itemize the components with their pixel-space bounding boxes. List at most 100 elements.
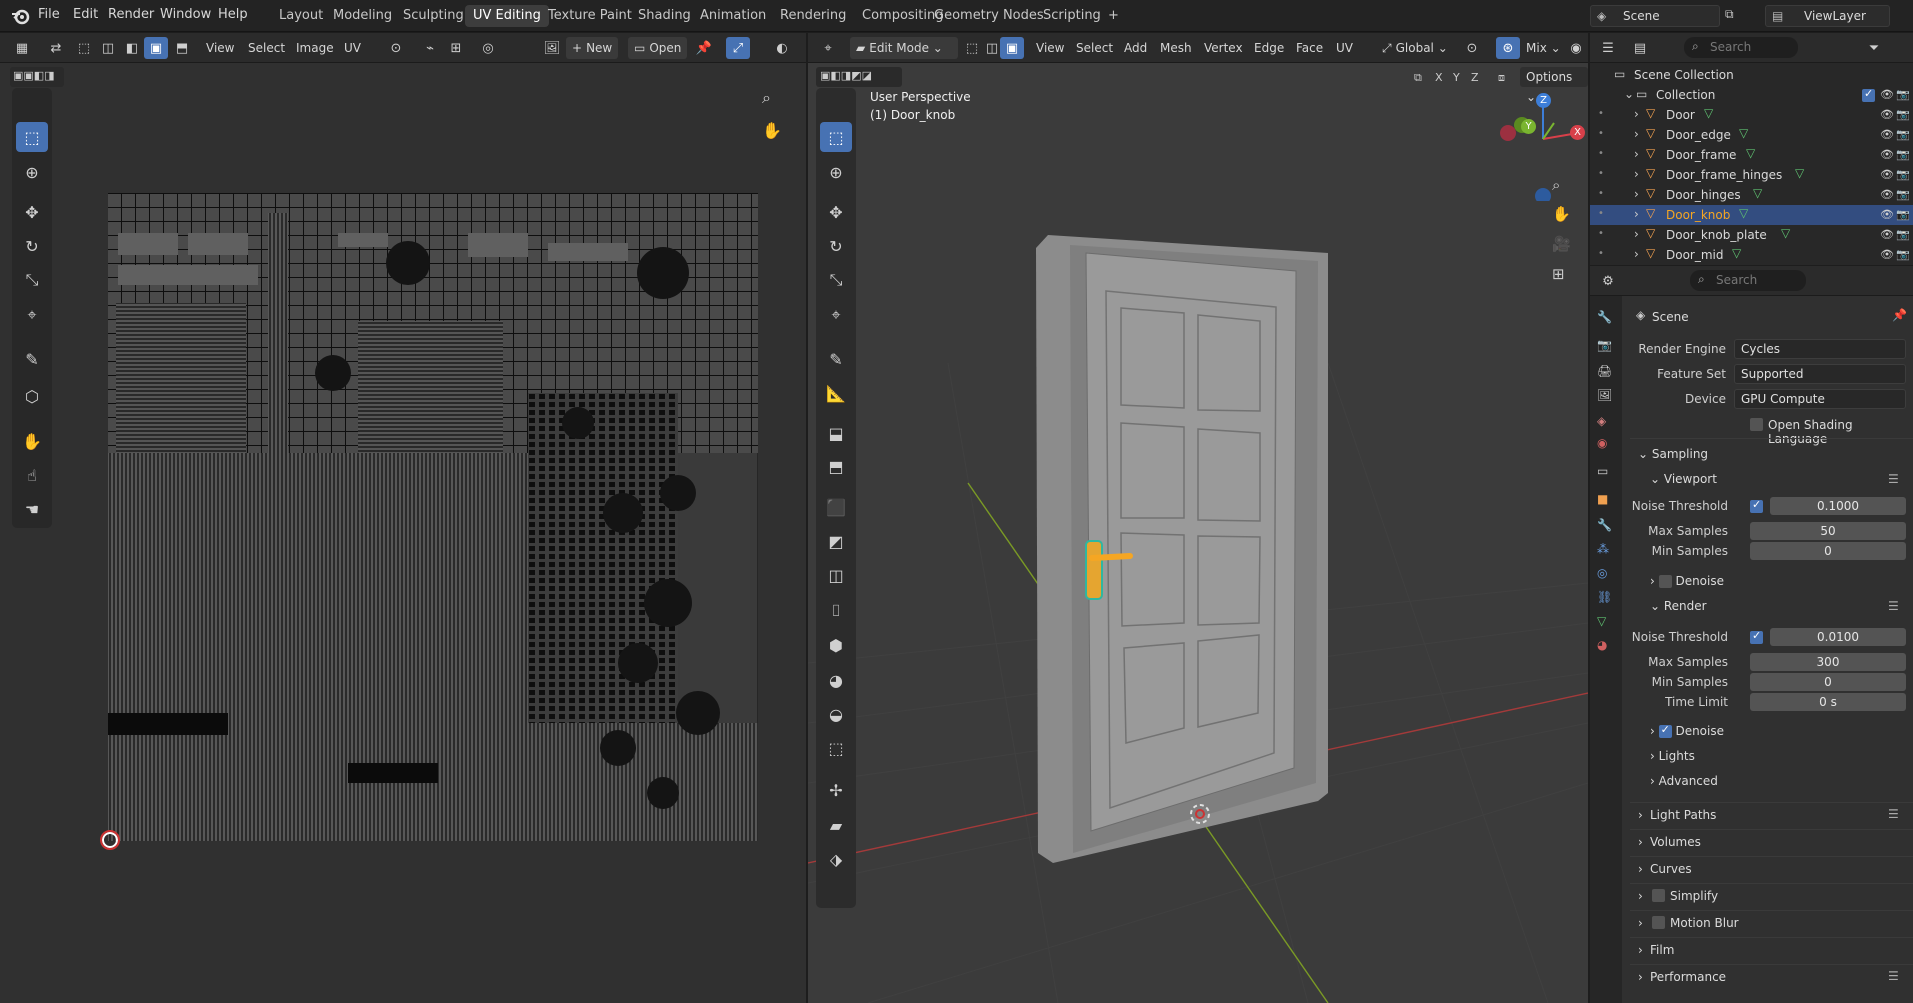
vp-menu-mesh[interactable]: Mesh — [1154, 37, 1198, 59]
tab-layout[interactable]: Layout — [271, 5, 331, 27]
menu-file[interactable]: File — [38, 7, 60, 22]
gizmo-z[interactable]: Z — [1536, 93, 1551, 108]
vp-measure-icon[interactable]: 📐 — [820, 378, 852, 408]
time-limit-field[interactable]: 0 s — [1750, 693, 1906, 711]
island-select-icon[interactable]: ▣ — [144, 37, 168, 59]
vp-menu-add[interactable]: Add — [1118, 37, 1153, 59]
vp-menu-view[interactable]: View — [1030, 37, 1070, 59]
menu-window[interactable]: Window — [160, 7, 211, 22]
render-visibility-icon[interactable]: 📷 — [1896, 88, 1910, 101]
move-icon[interactable]: ✥ — [16, 197, 48, 227]
viewport-editor-type-icon[interactable]: ⌖ — [816, 37, 840, 59]
tab-sculpting[interactable]: Sculpting — [395, 5, 472, 27]
osl-checkbox[interactable] — [1750, 418, 1763, 431]
visibility-icon[interactable]: 👁 — [1880, 248, 1894, 261]
mesh-data-icon[interactable]: ▽ — [1732, 246, 1741, 260]
rotate-icon[interactable]: ↻ — [16, 231, 48, 261]
new-scene-icon[interactable]: ⧉ — [1725, 7, 1734, 22]
r-noise-threshold-checkbox[interactable] — [1750, 629, 1763, 644]
snap-target-icon[interactable]: ⊞ — [444, 37, 468, 59]
vp-denoise-checkbox[interactable] — [1658, 575, 1672, 588]
tab-uv-editing[interactable]: UV Editing — [465, 5, 549, 27]
vp-menu-select[interactable]: Select — [1070, 37, 1119, 59]
r-min-samples-field[interactable]: 0 — [1750, 673, 1906, 691]
list-icon[interactable]: ☰ — [1888, 599, 1899, 613]
physics-tab-icon[interactable]: ◎ — [1597, 566, 1607, 580]
collection-exclude-checkbox[interactable] — [1862, 87, 1875, 102]
tab-texture-paint[interactable]: Texture Paint — [540, 5, 640, 27]
vp-menu-uv[interactable]: UV — [1330, 37, 1359, 59]
add-cube-icon[interactable]: ⬓ — [820, 418, 852, 448]
mesh-data-icon[interactable]: ▽ — [1704, 106, 1713, 120]
render-engine-dropdown[interactable]: Cycles — [1734, 339, 1906, 359]
tab-animation[interactable]: Animation — [692, 5, 774, 27]
uv-gizmo-icon[interactable]: ⤢ — [726, 37, 750, 59]
bevel-icon[interactable]: ◩ — [820, 526, 852, 556]
snap-icon[interactable]: ⌁ — [418, 37, 442, 59]
world-tab-icon[interactable]: ◉ — [1597, 436, 1607, 450]
expand-icon[interactable]: › — [1634, 147, 1639, 161]
render-tab-icon[interactable]: 📷 — [1597, 338, 1612, 352]
select-box-icon[interactable]: ⬚ — [16, 122, 48, 152]
proportional-icon[interactable]: ◉ — [1564, 37, 1588, 59]
panel-light-paths[interactable]: › Light Paths ☰ — [1630, 802, 1913, 826]
expand-icon[interactable]: › — [1634, 227, 1639, 241]
mesh-data-icon[interactable]: ▽ — [1739, 206, 1748, 220]
render-visibility-icon[interactable]: 📷 — [1896, 208, 1910, 221]
expand-icon[interactable]: › — [1634, 247, 1639, 261]
list-icon[interactable]: ☰ — [1888, 969, 1899, 983]
uv-menu-uv[interactable]: UV — [338, 37, 367, 59]
scale-icon[interactable]: ⤡ — [16, 265, 48, 295]
rip-icon[interactable]: ⬗ — [820, 844, 852, 874]
edge-select-icon[interactable]: ◫ — [96, 37, 120, 59]
zoom-icon[interactable]: ⌕ — [762, 88, 771, 108]
editor-type-icon[interactable]: ▦ — [10, 37, 34, 59]
panel-curves[interactable]: › Curves — [1630, 856, 1913, 880]
expand-icon[interactable]: › — [1634, 127, 1639, 141]
shrink-fatten-icon[interactable]: ✢ — [820, 775, 852, 805]
r-max-samples-field[interactable]: 300 — [1750, 653, 1906, 671]
view-layer-selector[interactable]: ▤ ViewLayer — [1765, 5, 1890, 27]
scene-collection-row[interactable]: ▭ Scene Collection — [1590, 65, 1913, 85]
vp-scale-icon[interactable]: ⤡ — [820, 265, 852, 295]
overlays-icon[interactable]: ◐ — [770, 37, 794, 59]
data-tab-icon[interactable]: ▽ — [1597, 614, 1606, 628]
panel-enable-checkbox[interactable] — [1652, 889, 1665, 902]
grab-icon[interactable]: ✋ — [16, 426, 48, 456]
mesh-data-icon[interactable]: ▽ — [1746, 146, 1755, 160]
vp-noise-threshold-field[interactable]: 0.1000 — [1770, 497, 1906, 515]
tab-rendering[interactable]: Rendering — [772, 5, 854, 27]
vp-select-box-icon[interactable]: ⬚ — [820, 122, 852, 152]
scene-selector[interactable]: ◈ Scene — [1590, 5, 1720, 27]
image-browse-icon[interactable]: 🖼 — [540, 37, 564, 59]
pinch-icon[interactable]: ☚ — [16, 494, 48, 524]
visibility-icon[interactable]: 👁 — [1880, 88, 1894, 101]
relax-icon[interactable]: ☝ — [16, 460, 48, 490]
feature-set-dropdown[interactable]: Supported — [1734, 364, 1906, 384]
r-noise-threshold-field[interactable]: 0.0100 — [1770, 628, 1906, 646]
vp-annotate-icon[interactable]: ✎ — [820, 344, 852, 374]
gizmo-y[interactable]: Y — [1521, 119, 1536, 134]
sync-selection-icon[interactable]: ⇄ — [44, 37, 68, 59]
mesh-data-icon[interactable]: ▽ — [1781, 226, 1790, 240]
sticky-select-icon[interactable]: ⬒ — [170, 37, 194, 59]
collection-row[interactable]: ⌄ ▭ Collection 👁 📷 — [1590, 85, 1913, 105]
shading-selector[interactable]: Mix ⌄ — [1520, 37, 1567, 59]
tool-tab-icon[interactable]: 🔧 — [1597, 310, 1612, 324]
pin-context-icon[interactable]: 📌 — [1892, 308, 1907, 322]
render-visibility-icon[interactable]: 📷 — [1896, 168, 1910, 181]
vp-max-samples-field[interactable]: 50 — [1750, 522, 1906, 540]
add-workspace-button[interactable]: + — [1100, 5, 1127, 27]
panel-motion-blur[interactable]: › Motion Blur — [1630, 910, 1913, 934]
expand-icon[interactable]: › — [1634, 167, 1639, 181]
particles-tab-icon[interactable]: ⁂ — [1597, 542, 1609, 556]
mesh-data-icon[interactable]: ▽ — [1739, 126, 1748, 140]
visibility-icon[interactable]: 👁 — [1880, 228, 1894, 241]
visibility-icon[interactable]: 👁 — [1880, 188, 1894, 201]
tab-shading[interactable]: Shading — [630, 5, 699, 27]
vp-rotate-icon[interactable]: ↻ — [820, 231, 852, 261]
outliner-item-door-hinges[interactable]: • › ▽ Door_hinges ▽ 👁 📷 — [1590, 185, 1913, 205]
expand-icon[interactable]: › — [1634, 107, 1639, 121]
collection-tab-icon[interactable]: ▭ — [1597, 464, 1608, 478]
vp-menu-face[interactable]: Face — [1290, 37, 1329, 59]
